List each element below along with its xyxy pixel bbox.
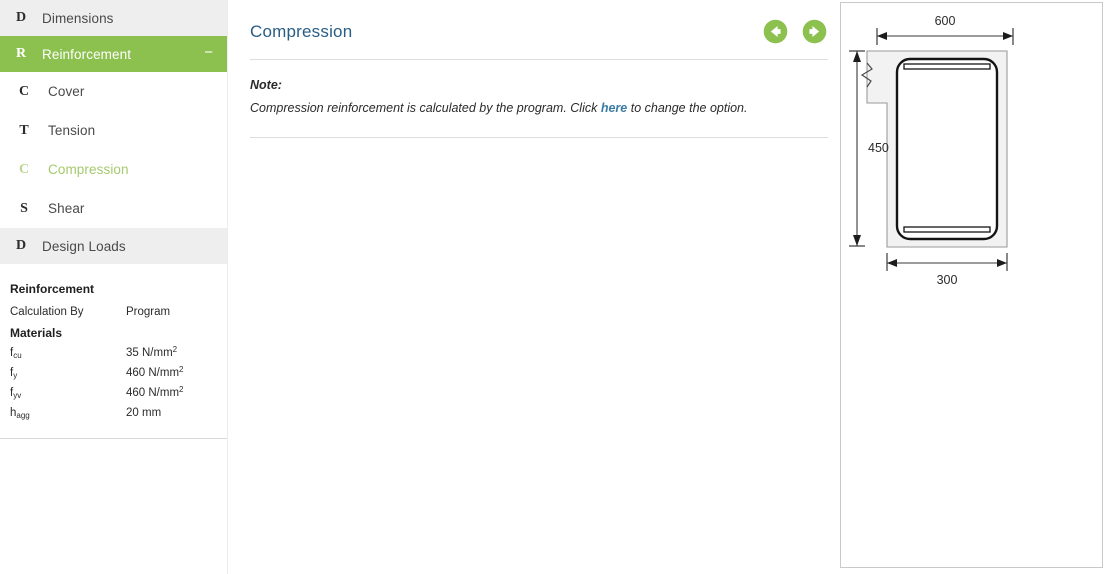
- change-option-link[interactable]: here: [601, 101, 627, 115]
- sidebar-item-label: Design Loads: [42, 238, 126, 254]
- note-text-after: to change the option.: [627, 101, 748, 115]
- tension-bar-bottom: [903, 226, 991, 233]
- note-label: Note:: [250, 78, 282, 92]
- note-text-before: Compression reinforcement is calculated …: [250, 101, 601, 115]
- sidebar-item-label: Cover: [48, 84, 85, 99]
- letter-d-icon: D: [15, 10, 27, 25]
- sidebar-item-label: Tension: [48, 123, 96, 138]
- sidebar-subnav-reinforcement: C Cover T Tension C Compression S Shear: [0, 72, 227, 228]
- page-title: Compression: [250, 21, 353, 41]
- sidebar: D Dimensions R Reinforcement − C Cover T…: [0, 0, 227, 574]
- collapse-minus-icon[interactable]: −: [204, 45, 213, 63]
- summary-key: fcu: [10, 347, 22, 360]
- sidebar-nav: D Dimensions R Reinforcement − C Cover T…: [0, 0, 227, 264]
- summary-row-fy: fy 460 N/mm2: [10, 364, 217, 383]
- next-arrow-icon[interactable]: [801, 18, 828, 45]
- compression-bar-top: [903, 63, 991, 70]
- dimension-bottom-width: 300: [886, 253, 1008, 287]
- letter-s-icon: S: [20, 200, 28, 216]
- sidebar-item-label: Shear: [48, 201, 85, 216]
- letter-c-icon: C: [18, 161, 30, 177]
- summary-value: Program: [126, 306, 171, 318]
- summary-title: Reinforcement: [10, 282, 95, 296]
- sidebar-item-dimensions[interactable]: D Dimensions: [0, 0, 227, 36]
- dimension-label-top-width: 600: [935, 14, 956, 28]
- letter-t-icon: T: [19, 122, 29, 138]
- summary-row-hagg: hagg 20 mm: [10, 404, 217, 423]
- dimension-label-height: 450: [868, 141, 889, 155]
- sidebar-item-design-loads[interactable]: D Design Loads: [0, 228, 227, 264]
- sidebar-item-label: Compression: [48, 162, 129, 177]
- letter-d-icon: D: [15, 238, 27, 253]
- note-block: Note: Compression reinforcement is calcu…: [250, 60, 828, 138]
- sidebar-item-tension[interactable]: T Tension: [0, 111, 227, 150]
- summary-value: 35 N/mm2: [126, 345, 178, 359]
- main-content: Compression Note: Compression reinforcem…: [227, 0, 840, 574]
- summary-value: 20 mm: [126, 407, 162, 419]
- summary-row-fyv: fyv 460 N/mm2: [10, 384, 217, 403]
- summary-key: fyv: [10, 387, 22, 400]
- dimension-label-bottom-width: 300: [937, 273, 958, 287]
- application-window: D Dimensions R Reinforcement − C Cover T…: [0, 0, 1105, 574]
- sidebar-item-label: Dimensions: [42, 10, 114, 26]
- note-text: Compression reinforcement is calculated …: [250, 100, 828, 117]
- sidebar-item-reinforcement[interactable]: R Reinforcement −: [0, 36, 227, 72]
- previous-arrow-icon[interactable]: [762, 18, 789, 45]
- reinforcement-summary-panel: Reinforcement Calculation By Program Mat…: [0, 282, 227, 439]
- beam-cross-section-drawing: 600 450 300: [849, 14, 1014, 287]
- sidebar-item-shear[interactable]: S Shear: [0, 189, 227, 228]
- summary-subheading-materials: Materials: [10, 326, 63, 340]
- summary-value: 460 N/mm2: [126, 365, 184, 379]
- cross-section-diagram-panel: 600 450 300: [840, 2, 1103, 568]
- sidebar-item-compression[interactable]: C Compression: [0, 150, 227, 189]
- letter-c-icon: C: [18, 83, 30, 99]
- sidebar-item-cover[interactable]: C Cover: [0, 72, 227, 111]
- dimension-top-width: 600: [876, 14, 1014, 45]
- content-header: Compression: [250, 18, 828, 60]
- summary-key: Calculation By: [10, 306, 84, 318]
- summary-key: hagg: [10, 407, 30, 420]
- sidebar-item-label: Reinforcement: [42, 46, 132, 62]
- stirrup-link: [895, 57, 999, 241]
- step-navigation: [762, 18, 828, 45]
- summary-row-calculation-by: Calculation By Program: [10, 303, 217, 321]
- summary-key: fy: [10, 367, 18, 380]
- summary-row-fcu: fcu 35 N/mm2: [10, 344, 217, 363]
- summary-value: 460 N/mm2: [126, 385, 184, 399]
- letter-r-icon: R: [15, 46, 27, 61]
